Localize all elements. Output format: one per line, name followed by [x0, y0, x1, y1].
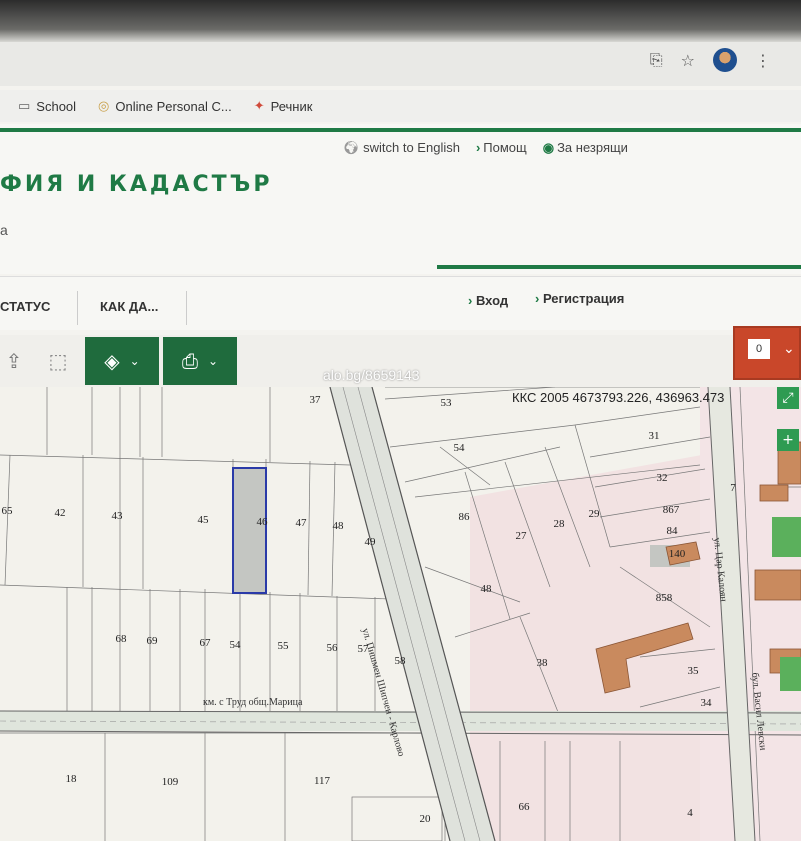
parcel-number[interactable]: 27: [516, 530, 527, 542]
parcel-number[interactable]: 117: [314, 775, 330, 787]
nav-status[interactable]: СТАТУС: [0, 299, 50, 314]
parcel-number[interactable]: 20: [420, 813, 431, 825]
parcel-number[interactable]: 47: [296, 517, 307, 529]
parcel-number[interactable]: 140: [669, 548, 686, 560]
parcel-number[interactable]: 54: [230, 639, 241, 651]
main-nav: СТАТУС КАК ДА... › Вход › Регистрация: [0, 276, 801, 330]
bookmarks-bar: ▭ School ◎ Online Personal C... ✦ Речник: [0, 90, 801, 122]
profile-avatar[interactable]: [713, 48, 737, 72]
printer-icon: ⎙: [181, 349, 198, 373]
menu-icon[interactable]: ⋮: [755, 51, 771, 70]
order-cart-button[interactable]: 0 ⌄: [733, 326, 801, 380]
parcel-number[interactable]: 54: [454, 442, 465, 454]
parcel-number[interactable]: 48: [481, 583, 492, 595]
parcel-number[interactable]: 28: [554, 518, 565, 530]
bookmark-online-personal[interactable]: ◎ Online Personal C...: [98, 99, 232, 114]
help-link[interactable]: › Помощ: [476, 140, 527, 156]
coordinate-readout: ККС 2005 4673793.226, 436963.473: [512, 390, 725, 405]
parcel-number[interactable]: 34: [701, 697, 712, 709]
site-logo-text[interactable]: ФИЯ И КАДАСТЪР: [0, 172, 272, 197]
nav-how-to[interactable]: КАК ДА...: [100, 299, 158, 314]
layers-icon: ◈: [104, 349, 120, 373]
nav-divider: [186, 291, 187, 325]
browser-toolbar-icons: ⎘ ☆ ⋮: [650, 48, 771, 72]
parcel-number[interactable]: 67: [200, 637, 211, 649]
parcel-number[interactable]: 84: [667, 525, 678, 537]
chevron-down-icon: ⌄: [783, 340, 795, 356]
monitor-bezel: [0, 0, 801, 42]
parcel-number[interactable]: 4: [687, 807, 693, 819]
nav-divider: [77, 291, 78, 325]
parcel-number[interactable]: 32: [657, 472, 668, 484]
select-area-icon[interactable]: ⬚: [40, 337, 76, 385]
parcel-number-selected[interactable]: 46: [257, 516, 268, 528]
expand-map-button[interactable]: ⤢: [777, 387, 799, 409]
chevron-right-icon: ›: [475, 140, 481, 155]
parcel-number[interactable]: 18: [66, 773, 77, 785]
parcel-number[interactable]: 858: [656, 592, 673, 604]
parcel-number[interactable]: 56: [327, 642, 338, 654]
upload-icon[interactable]: ⇪: [0, 337, 28, 385]
parcel-number[interactable]: 38: [537, 657, 548, 669]
parcel-number[interactable]: 53: [441, 397, 452, 409]
globe-icon: 🌍︎: [343, 140, 364, 155]
accessibility-link[interactable]: ◉ За незрящи: [543, 140, 628, 156]
cadastral-map[interactable]: 37 53 31 54 32 65 42 43 45 46 47 48 49 8…: [0, 387, 801, 841]
eye-icon: ◉: [542, 140, 555, 155]
parcel-number[interactable]: 37: [310, 394, 321, 406]
switch-english-link[interactable]: 🌍︎ switch to English: [343, 140, 460, 156]
street-label: км. с Труд общ.Марица: [203, 697, 303, 708]
header-rule: [0, 128, 801, 132]
layers-info-button[interactable]: ◈ ⌄: [85, 337, 159, 385]
bookmark-rechnik[interactable]: ✦ Речник: [254, 99, 313, 114]
parcel-number[interactable]: 35: [688, 665, 699, 677]
parcel-number[interactable]: 29: [589, 508, 600, 520]
order-count-badge: 0: [747, 338, 771, 360]
site-icon: ◎: [98, 98, 110, 114]
parcel-number[interactable]: 45: [198, 514, 209, 526]
parcel-number[interactable]: 86: [459, 511, 470, 523]
parcel-number[interactable]: 867: [663, 504, 680, 516]
folder-icon: ▭: [18, 98, 31, 114]
parcel-number[interactable]: 31: [649, 430, 660, 442]
map-canvas: [0, 387, 801, 841]
login-link[interactable]: › Вход: [468, 293, 508, 308]
parcel-number[interactable]: 69: [147, 635, 158, 647]
parcel-number[interactable]: 65: [2, 505, 13, 517]
parcel-number[interactable]: 66: [519, 801, 530, 813]
parcel-number[interactable]: 49: [365, 536, 376, 548]
register-link[interactable]: › Регистрация: [535, 291, 624, 306]
site-icon: ✦: [253, 98, 265, 114]
chevron-down-icon: ⌄: [207, 354, 219, 368]
screen: ⎘ ☆ ⋮ ▭ School ◎ Online Personal C... ✦ …: [0, 0, 801, 841]
header-rule-2: [437, 265, 801, 269]
chevron-down-icon: ⌄: [129, 354, 140, 368]
parcel-number[interactable]: 7: [730, 482, 736, 494]
parcel-number[interactable]: 55: [278, 640, 289, 652]
star-icon[interactable]: ☆: [681, 51, 695, 70]
parcel-number[interactable]: 42: [55, 507, 66, 519]
parcel-number[interactable]: 68: [116, 633, 127, 645]
zoom-in-button[interactable]: +: [777, 429, 799, 451]
translate-icon[interactable]: ⎘: [650, 50, 663, 70]
watermark: alo.bg/8659143: [323, 367, 420, 383]
print-button[interactable]: ⎙ ⌄: [163, 337, 237, 385]
chevron-right-icon: ›: [468, 293, 476, 308]
site-subtitle: а: [0, 222, 8, 238]
parcel-number[interactable]: 109: [162, 776, 179, 788]
parcel-number[interactable]: 48: [333, 520, 344, 532]
parcel-number[interactable]: 43: [112, 510, 123, 522]
parcel-number[interactable]: 58: [395, 655, 406, 667]
top-links: 🌍︎ switch to English › Помощ ◉ За незрящи: [343, 140, 628, 156]
chevron-right-icon: ›: [535, 291, 543, 306]
bookmark-school[interactable]: ▭ School: [18, 99, 76, 114]
